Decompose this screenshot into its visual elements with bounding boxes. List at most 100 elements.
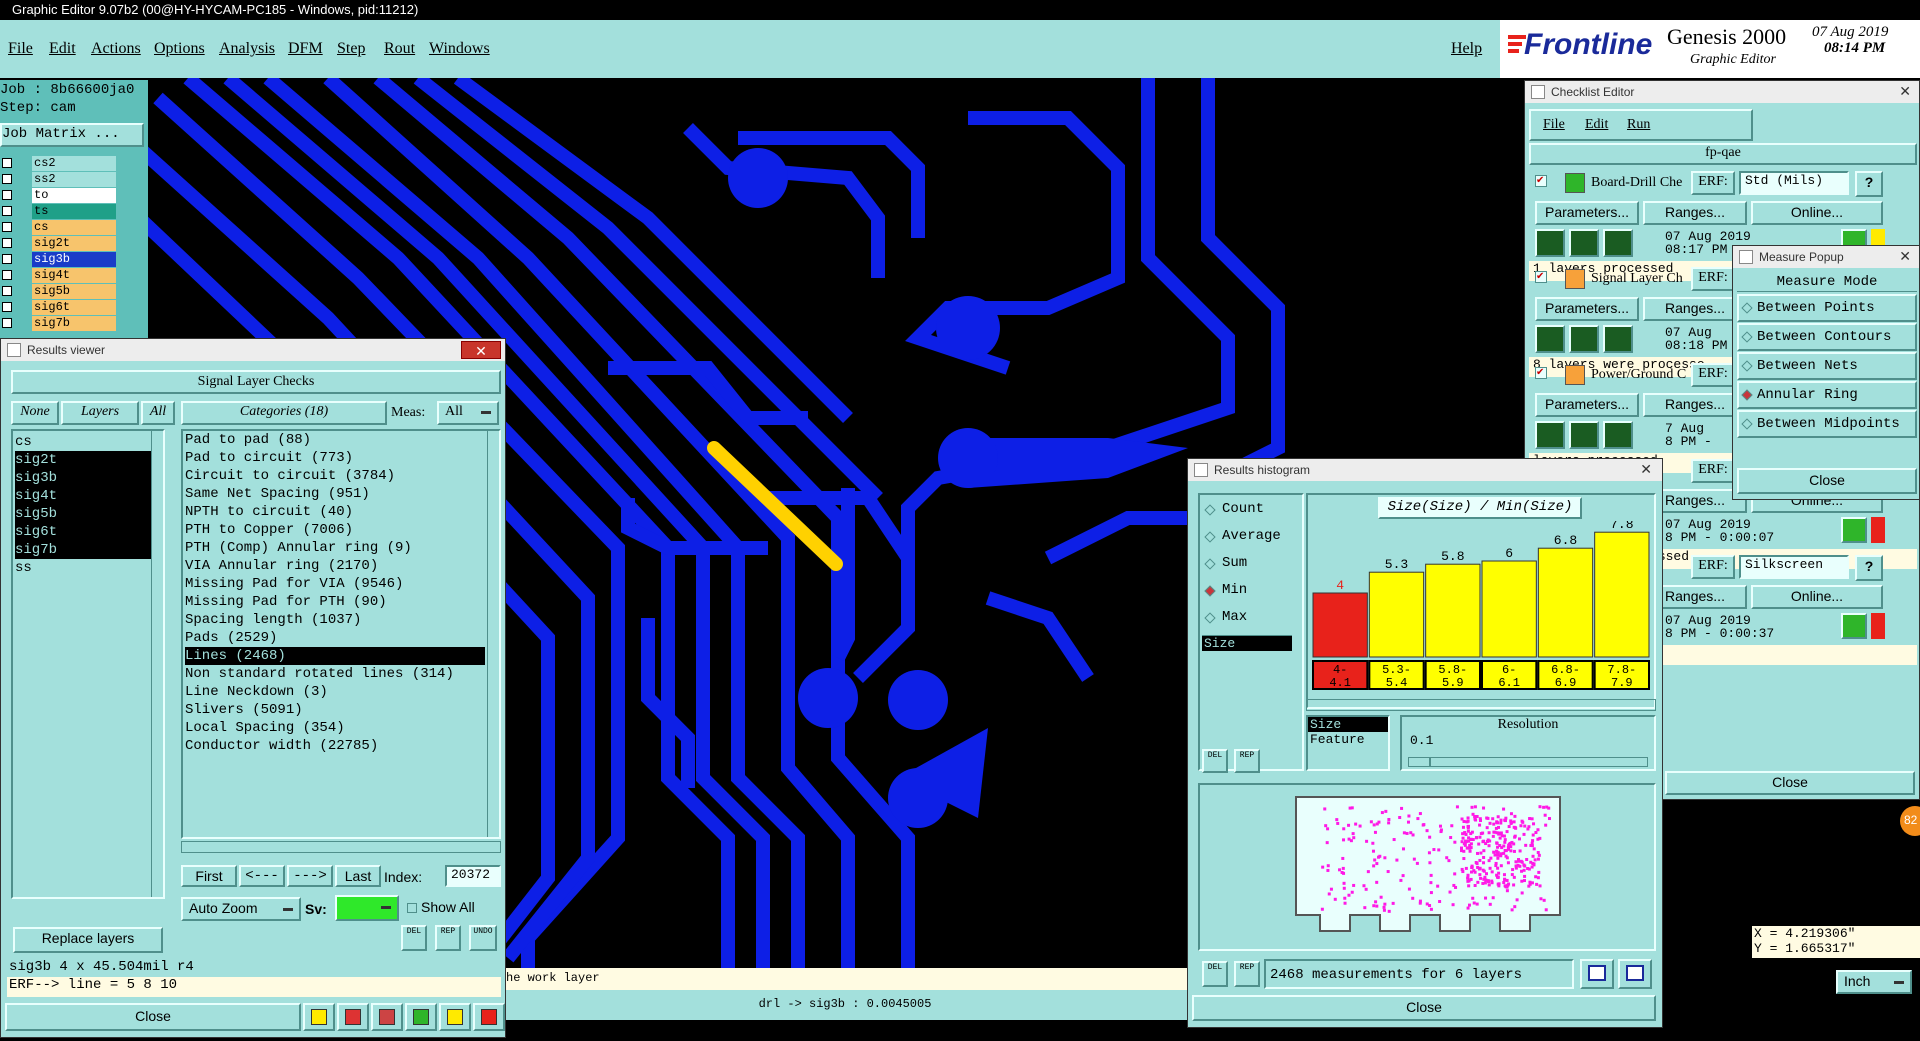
del-button[interactable]: DEL — [401, 925, 427, 951]
layer-row[interactable]: cs — [0, 220, 118, 235]
resolution-slider-thumb[interactable] — [1409, 758, 1431, 766]
histogram-bar[interactable] — [1537, 547, 1594, 658]
category-item[interactable]: VIA Annular ring (2170) — [185, 557, 485, 575]
check-enabled-icon[interactable]: ✔ — [1535, 367, 1547, 379]
category-item[interactable]: Pad to circuit (773) — [185, 449, 485, 467]
category-hscroll[interactable] — [181, 841, 501, 853]
layer-checkbox[interactable] — [2, 318, 12, 328]
sv-color-dropdown[interactable] — [335, 895, 399, 921]
category-list-vscroll[interactable] — [487, 431, 499, 837]
job-matrix-button[interactable]: Job Matrix ... — [0, 123, 144, 147]
category-item[interactable]: Line Neckdown (3) — [185, 683, 485, 701]
histogram-bar[interactable] — [1312, 592, 1368, 658]
run-check-icon[interactable] — [1569, 421, 1599, 449]
measure-option[interactable]: Between Nets — [1737, 352, 1917, 380]
measure-option[interactable]: Between Points — [1737, 294, 1917, 322]
chart-icon[interactable] — [405, 1003, 437, 1031]
online-button[interactable]: Online... — [1751, 585, 1883, 609]
layer-name[interactable]: to — [32, 188, 116, 203]
zoom-icon[interactable] — [1841, 613, 1867, 639]
ranges-button[interactable]: Ranges... — [1643, 201, 1747, 225]
layer-checkbox[interactable] — [2, 190, 12, 200]
menu-edit[interactable]: Edit — [49, 40, 76, 58]
category-item[interactable]: Pad to pad (88) — [185, 431, 485, 449]
layer-name[interactable]: cs2 — [32, 156, 116, 171]
erf-label[interactable]: ERF: — [1691, 555, 1735, 579]
histogram-mode-option[interactable]: Average — [1204, 528, 1302, 550]
result-layer-item[interactable]: sig3b — [15, 469, 151, 487]
none-button[interactable]: None — [11, 401, 59, 425]
category-item[interactable]: Pads (2529) — [185, 629, 485, 647]
field-size[interactable]: Size — [1202, 636, 1292, 651]
close-icon[interactable]: ✕ — [1640, 461, 1652, 478]
histogram-bar[interactable] — [1594, 531, 1650, 658]
run-check-icon[interactable] — [1535, 421, 1565, 449]
result-layer-item[interactable]: sig2t — [15, 451, 151, 469]
layer-name[interactable]: ts — [32, 204, 116, 219]
measure-option[interactable]: Between Contours — [1737, 323, 1917, 351]
hist-rep-button[interactable]: REP — [1234, 749, 1260, 773]
next-button[interactable]: ---> — [287, 865, 333, 887]
erf-field[interactable]: Silkscreen — [1739, 555, 1849, 579]
zoom-icon[interactable] — [1841, 517, 1867, 543]
category-item[interactable]: PTH to Copper (7006) — [185, 521, 485, 539]
check-name[interactable]: Signal Layer Ch — [1591, 271, 1687, 287]
parameters-button[interactable]: Parameters... — [1535, 201, 1639, 225]
check-enabled-icon[interactable]: ✔ — [1535, 175, 1547, 187]
histogram-bar[interactable] — [1425, 563, 1481, 658]
resolution-slider[interactable] — [1408, 757, 1648, 767]
result-layer-item[interactable]: cs — [15, 433, 151, 451]
run-check-icon[interactable] — [1603, 229, 1633, 257]
layer-row[interactable]: ts — [0, 204, 118, 219]
layer-checkbox[interactable] — [2, 270, 12, 280]
layer-checkbox[interactable] — [2, 158, 12, 168]
import-icon[interactable] — [1618, 959, 1652, 989]
parameters-button[interactable]: Parameters... — [1535, 297, 1639, 321]
checklist-menu-edit[interactable]: Edit — [1585, 117, 1608, 133]
menu-rout[interactable]: Rout — [384, 40, 415, 58]
category-item[interactable]: PTH (Comp) Annular ring (9) — [185, 539, 485, 557]
category-item[interactable]: Missing Pad for PTH (90) — [185, 593, 485, 611]
histogram-mode-option[interactable]: Count — [1204, 501, 1302, 523]
auto-zoom-dropdown[interactable]: Auto Zoom — [181, 897, 301, 921]
check-enabled-icon[interactable]: ✔ — [1535, 271, 1547, 283]
close-window-button[interactable]: ✕ — [461, 341, 501, 359]
layer-row[interactable]: ss2 — [0, 172, 118, 187]
last-button[interactable]: Last — [335, 865, 381, 887]
checklist-menu-run[interactable]: Run — [1627, 117, 1650, 133]
run-check-icon[interactable] — [1569, 325, 1599, 353]
checklist-menu-file[interactable]: File — [1543, 117, 1565, 133]
parameters-button[interactable]: Parameters... — [1535, 393, 1639, 417]
layer-name[interactable]: cs — [32, 220, 116, 235]
category-item[interactable]: Lines (2468) — [185, 647, 485, 665]
menu-windows[interactable]: Windows — [429, 40, 490, 58]
layer-checkbox[interactable] — [2, 222, 12, 232]
menu-actions[interactable]: Actions — [91, 40, 141, 58]
rep-button[interactable]: REP — [435, 925, 461, 951]
layers-button[interactable]: Layers — [61, 401, 139, 425]
layer-checkbox[interactable] — [2, 286, 12, 296]
menu-step[interactable]: Step — [337, 40, 365, 58]
export-icon[interactable] — [1580, 959, 1614, 989]
layer-row[interactable]: sig3b — [0, 252, 118, 267]
layer-name[interactable]: sig4t — [32, 268, 116, 283]
histogram-bar[interactable] — [1481, 560, 1537, 658]
meas-dropdown[interactable]: All — [437, 401, 499, 425]
category-item[interactable]: Circuit to circuit (3784) — [185, 467, 485, 485]
erf-label[interactable]: ERF: — [1691, 459, 1735, 483]
result-layer-item[interactable]: ss — [15, 559, 151, 577]
menu-options[interactable]: Options — [154, 40, 205, 58]
exit-icon[interactable] — [337, 1003, 369, 1031]
histogram-mode-option[interactable]: Sum — [1204, 555, 1302, 577]
checklist-close-button[interactable]: Close — [1665, 771, 1915, 795]
close-icon[interactable]: ✕ — [1899, 83, 1911, 100]
undo-button[interactable]: UNDO — [469, 925, 497, 951]
category-item[interactable]: Conductor width (22785) — [185, 737, 485, 755]
menu-file[interactable]: File — [8, 40, 33, 58]
hist-del-button[interactable]: DEL — [1202, 749, 1228, 773]
layer-name[interactable]: sig2t — [32, 236, 116, 251]
layer-list-scrollbar[interactable] — [120, 156, 132, 341]
layer-checkbox[interactable] — [2, 174, 12, 184]
result-layer-item[interactable]: sig5b — [15, 505, 151, 523]
layer-checkbox[interactable] — [2, 238, 12, 248]
